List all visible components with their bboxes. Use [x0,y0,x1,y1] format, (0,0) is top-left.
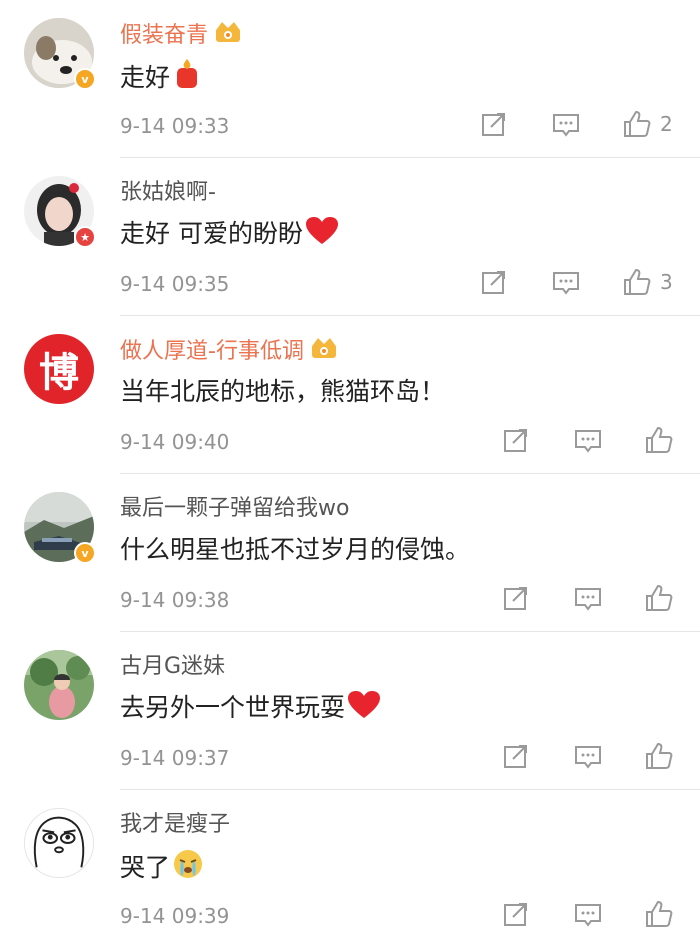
comment-icon [575,588,601,611]
comment-item: v 假装奋青 走好 9-14 09:33 2 [0,0,700,158]
share-icon [504,429,527,452]
repost-button[interactable] [480,108,508,140]
comment-text-content: 走好 可爱的盼盼 [120,219,303,248]
avatar[interactable] [24,650,94,720]
username-text[interactable]: 假装奋青 [120,23,208,48]
thumbs-up-icon [646,900,673,927]
comment-icon [553,272,579,295]
crying-face-icon [172,848,204,890]
comment-icon [575,430,601,453]
avatar[interactable]: 博 [24,334,94,404]
like-count: 3 [660,270,673,294]
comment-text: 去另外一个世界玩耍 [120,690,381,730]
username[interactable]: 我才是瘦子 [120,810,230,840]
like-button[interactable]: 2 [622,108,673,140]
cartoon-face-avatar-icon [25,809,93,877]
heart-icon [305,216,339,256]
verified-badge-icon: v [74,542,96,564]
comment-text-content: 当年北辰的地标，熊猫环岛！ [120,377,446,406]
comment-time: 9-14 09:40 [120,430,230,454]
comment-time: 9-14 09:39 [120,904,230,928]
thumbs-up-icon [646,742,673,769]
username-text[interactable]: 做人厚道-行事低调 [120,339,304,364]
username-text[interactable]: 古月G迷妹 [120,654,225,679]
comment-time: 9-14 09:35 [120,272,230,296]
comment-button[interactable] [552,108,580,140]
heart-icon [347,690,381,730]
share-icon [504,587,527,610]
thumbs-up-icon [624,268,651,295]
comment-text: 当年北辰的地标，熊猫环岛！ [120,374,445,410]
repost-button[interactable] [502,582,530,614]
comment-item: ★ 张姑娘啊- 走好 可爱的盼盼 9-14 09:35 3 [0,158,700,316]
username[interactable]: 最后一颗子弹留给我wo [120,494,349,524]
vip-crown-icon [214,20,242,53]
comment-time: 9-14 09:38 [120,588,230,612]
avatar-character: 博 [39,349,79,396]
repost-button[interactable] [502,898,530,930]
username-text[interactable]: 最后一颗子弹留给我wo [120,496,349,521]
comment-button[interactable] [574,582,602,614]
comment-item: v 最后一颗子弹留给我wo 什么明星也抵不过岁月的侵蚀。 9-14 09:38 [0,474,700,632]
outdoor-avatar-icon [24,650,94,720]
comment-text-content: 去另外一个世界玩耍 [120,693,346,722]
avatar[interactable] [24,808,94,878]
comment-button[interactable] [574,898,602,930]
share-icon [504,903,527,926]
thumbs-up-icon [646,426,673,453]
like-button[interactable] [644,582,674,614]
comment-text-content: 什么明星也抵不过岁月的侵蚀。 [120,535,471,564]
thumbs-up-icon [646,584,673,611]
like-count: 2 [660,112,673,136]
comment-item: 古月G迷妹 去另外一个世界玩耍 9-14 09:37 [0,632,700,790]
comment-icon [553,114,579,137]
comment-time: 9-14 09:33 [120,114,230,138]
like-button[interactable] [644,898,674,930]
comment-button[interactable] [574,424,602,456]
like-button[interactable]: 3 [622,266,673,298]
username-text[interactable]: 张姑娘啊- [120,180,216,205]
verified-star-badge-icon: ★ [74,226,96,248]
comment-item: 博 做人厚道-行事低调 当年北辰的地标，熊猫环岛！ 9-14 09:40 [0,316,700,474]
comment-button[interactable] [552,266,580,298]
thumbs-up-icon [624,110,651,137]
comment-text: 什么明星也抵不过岁月的侵蚀。 [120,532,470,568]
comment-text: 走好 可爱的盼盼 [120,216,339,256]
comment-icon [575,746,601,769]
share-icon [504,745,527,768]
avatar[interactable]: ★ [24,176,96,248]
like-button[interactable] [644,424,674,456]
comment-button[interactable] [574,740,602,772]
share-icon [482,113,505,136]
comment-text-content: 哭了 [120,853,171,882]
verified-badge-icon: v [74,68,96,90]
like-button[interactable] [644,740,674,772]
comment-text: 走好 [120,58,202,100]
comment-text: 哭了 [120,848,204,890]
vip-crown-icon [310,336,338,369]
comment-icon [575,904,601,927]
username[interactable]: 做人厚道-行事低调 [120,336,338,369]
username[interactable]: 古月G迷妹 [120,652,225,682]
username-text[interactable]: 我才是瘦子 [120,812,230,837]
repost-button[interactable] [502,740,530,772]
username[interactable]: 假装奋青 [120,20,242,53]
username[interactable]: 张姑娘啊- [120,178,216,208]
repost-button[interactable] [480,266,508,298]
comment-item: 我才是瘦子 哭了 9-14 09:39 [0,790,700,948]
comment-time: 9-14 09:37 [120,746,230,770]
candle-icon [172,58,202,100]
avatar[interactable]: v [24,492,96,564]
avatar[interactable]: v [24,18,96,90]
share-icon [482,271,505,294]
repost-button[interactable] [502,424,530,456]
comment-text-content: 走好 [120,63,171,92]
